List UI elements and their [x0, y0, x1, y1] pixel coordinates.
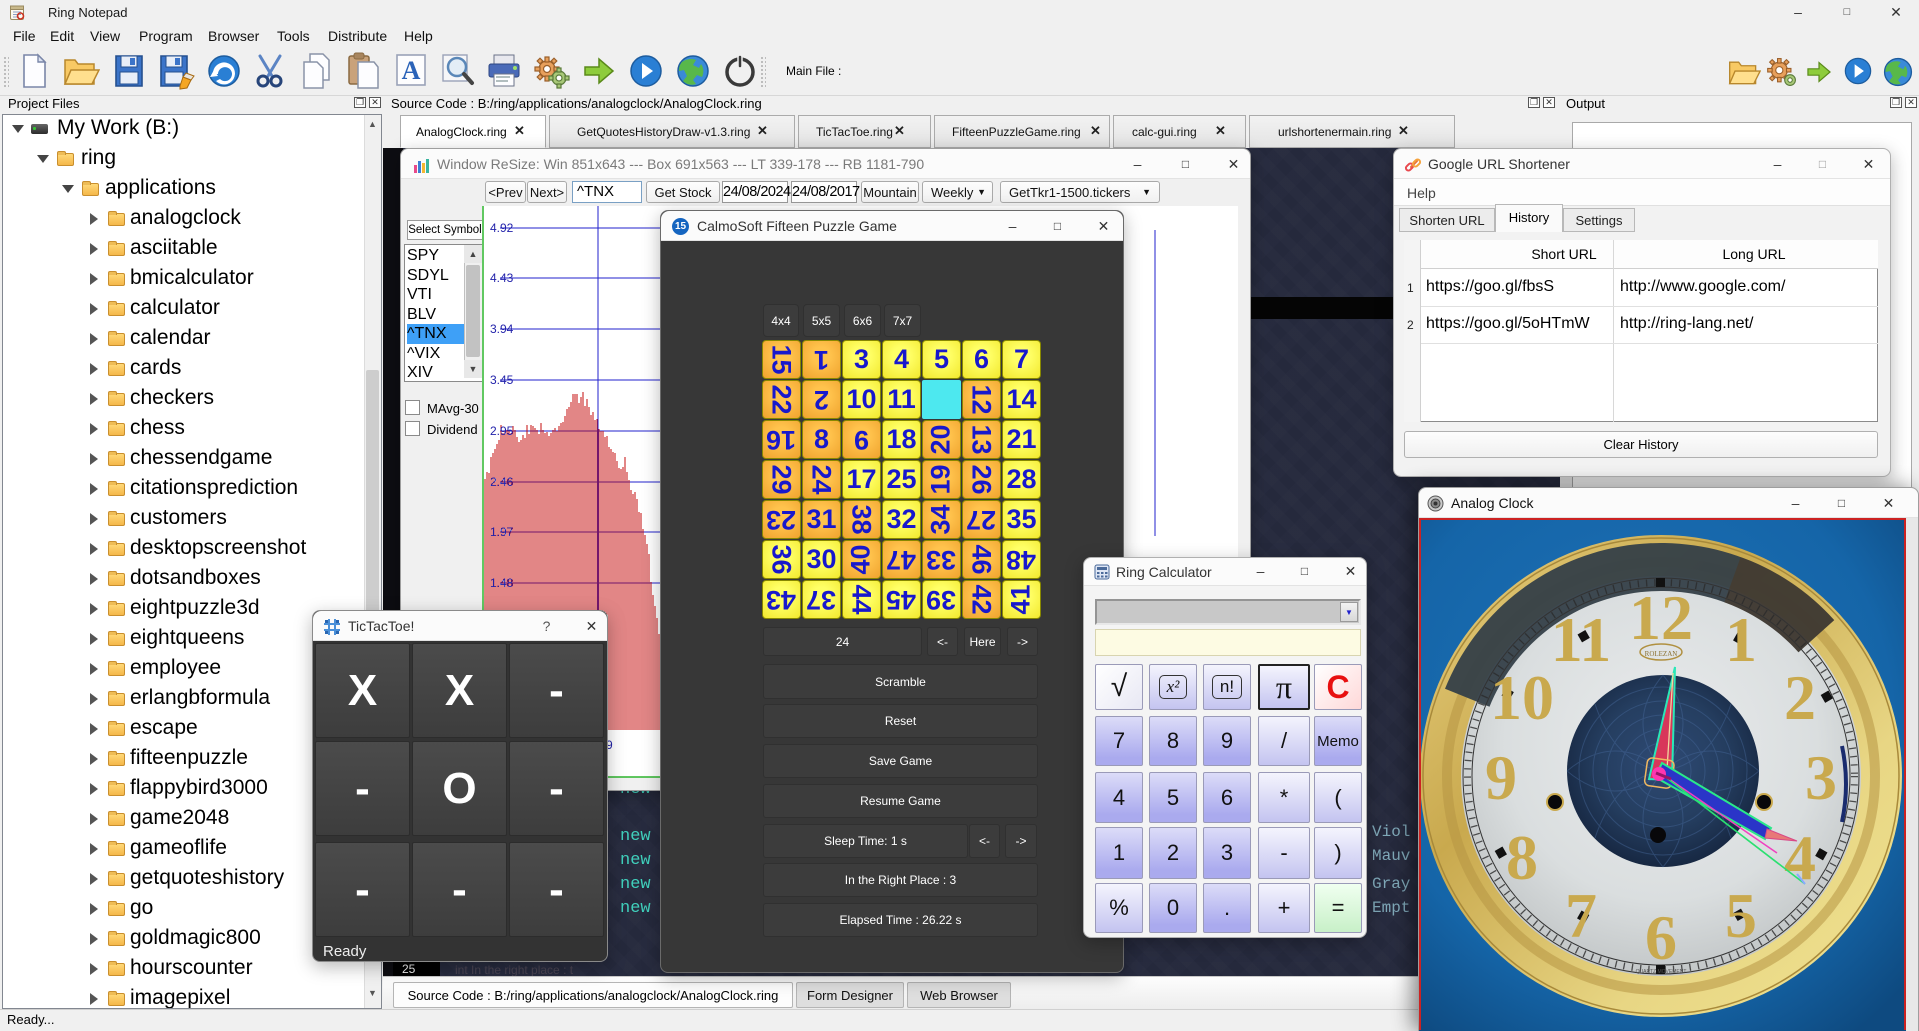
svg-text:9: 9 [1485, 742, 1517, 813]
svg-text:11: 11 [1551, 604, 1611, 675]
svg-text:12: 12 [1629, 582, 1693, 653]
svg-text:3.45: 3.45 [490, 373, 514, 387]
svg-text:QUARTZ MOVEMENT: QUARTZ MOVEMENT [1636, 969, 1687, 975]
svg-text:4.43: 4.43 [490, 271, 514, 285]
svg-text:5: 5 [1725, 880, 1757, 951]
svg-text:3: 3 [1805, 742, 1837, 813]
svg-text:2: 2 [1784, 662, 1816, 733]
svg-text:1.48: 1.48 [490, 576, 514, 590]
svg-text:4: 4 [1784, 822, 1816, 893]
svg-text:7: 7 [1565, 880, 1597, 951]
svg-text:A: A [402, 56, 421, 85]
svg-text:1: 1 [1725, 604, 1757, 675]
svg-text:10: 10 [1490, 662, 1554, 733]
svg-text:2.46: 2.46 [490, 475, 514, 489]
svg-text:ROLEZAN: ROLEZAN [1645, 650, 1678, 658]
svg-text:8: 8 [1506, 822, 1538, 893]
svg-text:6: 6 [1645, 902, 1677, 973]
svg-text:2.95: 2.95 [490, 424, 514, 438]
svg-text:3.94: 3.94 [490, 322, 514, 336]
svg-text:4.92: 4.92 [490, 221, 514, 235]
svg-text:1.97: 1.97 [490, 525, 514, 539]
